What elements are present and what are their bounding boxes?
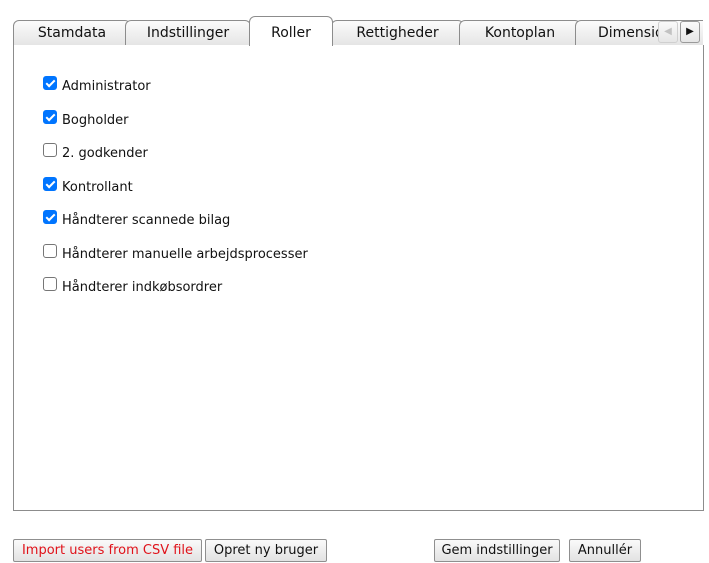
role-label: Kontrollant: [62, 180, 133, 195]
cancel-button[interactable]: Annullér: [569, 539, 641, 562]
tab-kontoplan[interactable]: Kontoplan: [459, 20, 581, 46]
role-label: Bogholder: [62, 113, 129, 128]
role-label: Håndterer manuelle arbejdsprocesser: [62, 247, 308, 262]
role-checkbox[interactable]: [43, 110, 57, 124]
tab-indstillinger[interactable]: Indstillinger: [125, 20, 251, 46]
tab-strip: Stamdata Indstillinger Roller Rettighede…: [13, 16, 703, 46]
tab-stamdata[interactable]: Stamdata: [13, 20, 131, 46]
tab-rettigheder[interactable]: Rettigheder: [331, 20, 464, 46]
role-checkbox[interactable]: [43, 244, 57, 258]
role-label: Administrator: [62, 79, 151, 94]
tab-scroll-buttons: ◀ ▶: [658, 21, 702, 45]
role-checkbox[interactable]: [43, 210, 57, 224]
role-checkbox[interactable]: [43, 143, 57, 157]
role-checkbox[interactable]: [43, 76, 57, 90]
role-label: Håndterer indkøbsordrer: [62, 280, 223, 295]
new-user-button[interactable]: Opret ny bruger: [205, 539, 327, 562]
role-checkbox[interactable]: [43, 277, 57, 291]
import-users-csv-button[interactable]: Import users from CSV file: [13, 539, 202, 562]
role-label: 2. godkender: [62, 146, 148, 161]
tab-roller[interactable]: Roller: [249, 16, 333, 46]
chevron-left-icon[interactable]: ◀: [658, 21, 678, 43]
role-checkbox[interactable]: [43, 177, 57, 191]
save-settings-button[interactable]: Gem indstillinger: [434, 539, 560, 562]
role-label: Håndterer scannede bilag: [62, 213, 231, 228]
chevron-right-icon[interactable]: ▶: [680, 21, 700, 43]
roles-panel: Administrator Bogholder 2. godkender Kon…: [13, 45, 704, 511]
